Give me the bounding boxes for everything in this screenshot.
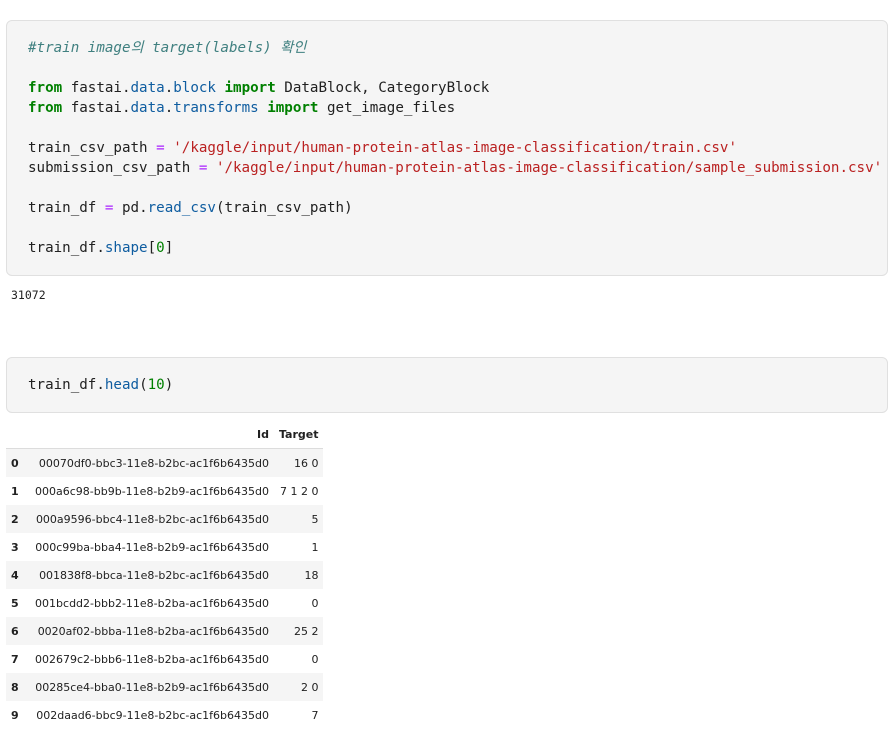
dataframe-output: Id Target 0 00070df0-bbc3-11e8-b2bc-ac1f6… (6, 420, 324, 730)
keyword: from (28, 80, 63, 96)
cell-target: 25 2 (293, 624, 319, 638)
variable-name: submission_csv_path (28, 160, 191, 176)
keyword: from (28, 100, 63, 116)
variable-name: train_df (28, 200, 97, 216)
cell-1-output: 31072 (11, 288, 46, 302)
column-header-target: Target (278, 427, 319, 441)
table-row: 9 002daad6-bbc9-11e8-b2bc-ac1f6b6435d0 7 (6, 701, 323, 729)
column-header-id: Id (256, 427, 269, 441)
import-names: get_image_files (327, 100, 456, 116)
row-index: 3 (11, 540, 19, 554)
cell-id: 000a6c98-bb9b-11e8-b2b9-ac1f6b6435d0 (35, 484, 269, 498)
import-names: DataBlock, CategoryBlock (284, 80, 490, 96)
table-row: 1 000a6c98-bb9b-11e8-b2b9-ac1f6b6435d0 7 1… (6, 477, 323, 505)
paren: ( (139, 377, 148, 393)
variable-name: train_csv_path (28, 140, 148, 156)
table-row: 5 001bcdd2-bbb2-11e8-b2ba-ac1f6b6435d0 0 (6, 589, 323, 617)
code-comment: #train image의 target(labels) 확인 (28, 40, 307, 56)
cell-target: 2 0 (300, 680, 319, 694)
function-name: head (104, 377, 140, 393)
module-name: transforms (173, 100, 259, 116)
code-cell-2[interactable]: train_df.head(10) (6, 357, 888, 413)
number-literal: 0 (156, 240, 165, 256)
cell-target: 0 (311, 652, 319, 666)
bracket: ] (164, 240, 174, 256)
row-index: 6 (11, 624, 19, 638)
object-name: train_df (28, 240, 97, 256)
cell-target: 18 (304, 568, 319, 582)
row-index: 1 (11, 484, 19, 498)
module-name: fastai (70, 80, 122, 96)
code-editor-1[interactable]: #train image의 target(labels) 확인 from fas… (28, 38, 882, 258)
call-arguments: (train_csv_path) (215, 200, 353, 216)
cell-target: 0 (311, 596, 319, 610)
number-literal: 10 (147, 377, 165, 393)
module-name: block (173, 80, 216, 96)
row-index: 0 (11, 456, 19, 470)
cell-target: 5 (311, 512, 319, 526)
bracket: [ (147, 240, 157, 256)
cell-id: 0020af02-bbba-11e8-b2ba-ac1f6b6435d0 (37, 624, 269, 638)
paren: ) (164, 377, 174, 393)
cell-id: 002679c2-bbb6-11e8-b2ba-ac1f6b6435d0 (35, 652, 269, 666)
function-name: read_csv (147, 200, 216, 216)
table-row: 2 000a9596-bbc4-11e8-b2bc-ac1f6b6435d0 5 (6, 505, 324, 533)
cell-id: 001838f8-bbca-11e8-b2bc-ac1f6b6435d0 (39, 568, 269, 582)
table-row: 0 00070df0-bbc3-11e8-b2bc-ac1f6b6435d0 16 … (6, 448, 324, 477)
operator: = (156, 140, 165, 156)
row-index: 2 (11, 512, 19, 526)
cell-id: 00070df0-bbc3-11e8-b2bc-ac1f6b6435d0 (38, 456, 269, 470)
module-name: data (130, 100, 165, 116)
table-row: 6 0020af02-bbba-11e8-b2ba-ac1f6b6435d0 25 … (6, 617, 324, 645)
operator: = (104, 200, 114, 216)
row-index: 9 (11, 708, 19, 722)
module-name: fastai (70, 100, 122, 116)
object-name: pd (121, 200, 140, 216)
operator: = (198, 160, 208, 176)
keyword: import (267, 100, 319, 116)
table-row: 4 001838f8-bbca-11e8-b2bc-ac1f6b6435d0 18 (6, 561, 324, 589)
cell-id: 00285ce4-bba0-11e8-b2b9-ac1f6b6435d0 (35, 680, 269, 694)
cell-id: 000a9596-bbc4-11e8-b2bc-ac1f6b6435d0 (35, 512, 269, 526)
index-header (6, 420, 30, 449)
row-index: 8 (11, 680, 19, 694)
table-row: 3 000c99ba-bba4-11e8-b2b9-ac1f6b6435d0 1 (6, 533, 323, 561)
object-name: train_df (28, 377, 97, 393)
string-literal: '/kaggle/input/human-protein-atlas-image… (173, 140, 737, 156)
code-editor-2[interactable]: train_df.head(10) (28, 375, 173, 395)
cell-target: 7 1 2 0 (280, 484, 319, 498)
string-literal: '/kaggle/input/human-protein-atlas-image… (215, 160, 883, 176)
cell-id: 001bcdd2-bbb2-11e8-b2ba-ac1f6b6435d0 (35, 596, 269, 610)
table-body: 0 00070df0-bbc3-11e8-b2bc-ac1f6b6435d0 16 … (6, 448, 324, 730)
table-row: 8 00285ce4-bba0-11e8-b2b9-ac1f6b6435d0 2 0 (6, 673, 324, 701)
cell-id: 000c99ba-bba4-11e8-b2b9-ac1f6b6435d0 (35, 540, 269, 554)
row-index: 7 (11, 652, 19, 666)
row-index: 5 (11, 596, 19, 610)
cell-id: 002daad6-bbc9-11e8-b2bc-ac1f6b6435d0 (36, 708, 269, 722)
attribute-name: shape (104, 240, 148, 256)
cell-target: 16 0 (293, 456, 319, 470)
table-row: 7 002679c2-bbb6-11e8-b2ba-ac1f6b6435d0 0 (6, 645, 323, 673)
code-cell-1[interactable]: #train image의 target(labels) 확인 from fas… (6, 20, 888, 276)
module-name: data (130, 80, 165, 96)
row-index: 4 (11, 568, 19, 582)
cell-target: 1 (311, 540, 319, 554)
table-header-row: Id Target (6, 420, 324, 449)
keyword: import (224, 80, 276, 96)
cell-target: 7 (311, 708, 319, 722)
